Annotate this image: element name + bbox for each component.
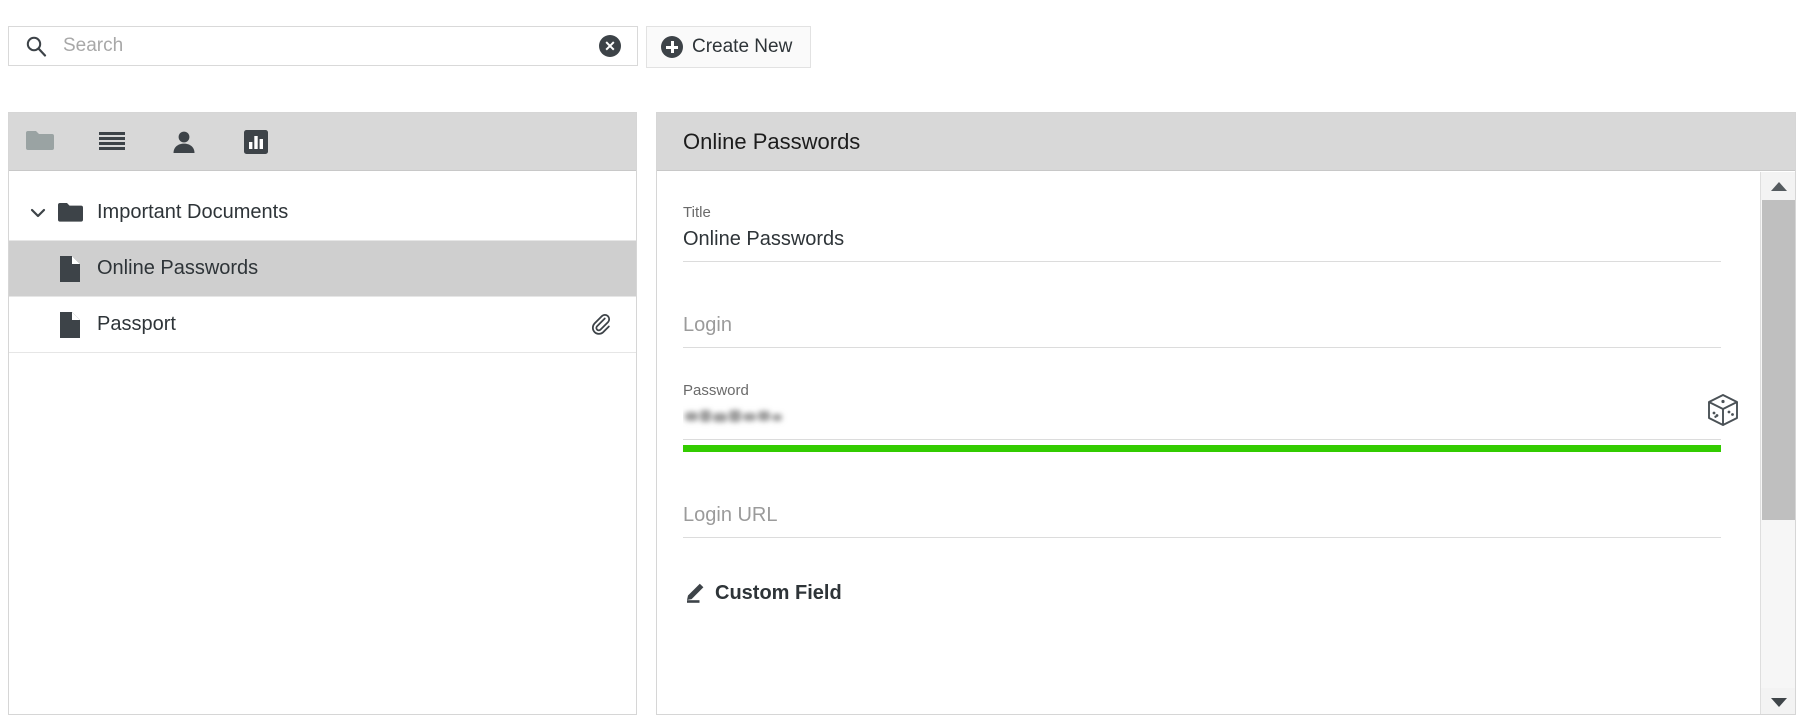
scrollbar-track[interactable]	[1761, 200, 1795, 688]
chevron-down-icon[interactable]	[27, 202, 49, 224]
sidebar-panel: Important Documents Online Passwords Pas…	[8, 112, 637, 715]
clear-search-icon[interactable]: ✕	[599, 35, 621, 57]
scrollbar-thumb[interactable]	[1762, 200, 1795, 520]
document-icon	[57, 255, 83, 282]
pencil-icon	[683, 578, 709, 609]
field-underline	[683, 439, 1721, 440]
login-url-field-group: Login URL	[683, 502, 1721, 538]
field-underline	[683, 537, 1721, 538]
triangle-up-icon	[1770, 181, 1787, 191]
list-icon[interactable]	[97, 127, 127, 157]
tree-item-important-documents[interactable]: Important Documents	[9, 185, 636, 241]
page-title: Online Passwords	[683, 128, 861, 154]
sidebar-toolbar	[9, 113, 636, 171]
title-field-value[interactable]: Online Passwords	[683, 226, 1721, 252]
folder-icon	[57, 200, 83, 226]
search-input[interactable]	[61, 34, 599, 58]
document-icon	[57, 311, 83, 338]
password-strength-bar	[683, 445, 1721, 452]
search-box[interactable]: ✕	[8, 26, 638, 66]
paperclip-icon[interactable]	[590, 313, 614, 337]
detail-scrollbar[interactable]	[1760, 172, 1795, 714]
custom-field-button[interactable]: Custom Field	[683, 578, 1721, 609]
title-field-group: Title Online Passwords	[683, 204, 1721, 262]
title-field-label: Title	[683, 204, 711, 221]
field-underline	[683, 261, 1721, 262]
dice-icon[interactable]	[1703, 390, 1743, 430]
login-field-placeholder[interactable]: Login	[683, 312, 1721, 338]
tree-item-passport[interactable]: Passport	[9, 297, 636, 353]
tree-item-label: Important Documents	[97, 201, 289, 223]
bar-chart-icon[interactable]	[241, 127, 271, 157]
create-new-label: Create New	[692, 36, 793, 57]
plus-circle-icon	[661, 36, 683, 58]
password-field-group: Password	[683, 382, 1738, 452]
top-toolbar: ✕ Create New	[0, 0, 1803, 96]
create-new-button[interactable]: Create New	[646, 26, 812, 68]
person-icon[interactable]	[169, 127, 199, 157]
password-field-label: Password	[683, 382, 749, 399]
custom-field-label: Custom Field	[715, 582, 842, 604]
field-underline	[683, 347, 1721, 348]
triangle-down-icon	[1770, 697, 1787, 707]
search-icon	[25, 35, 47, 57]
folder-icon[interactable]	[25, 127, 55, 157]
password-field-value-masked[interactable]	[683, 404, 803, 430]
tree-item-label: Passport	[97, 313, 176, 335]
login-field-group: Login	[683, 312, 1721, 348]
tree-item-online-passwords[interactable]: Online Passwords	[9, 241, 636, 297]
tree-item-label: Online Passwords	[97, 257, 259, 279]
login-url-field-placeholder[interactable]: Login URL	[683, 502, 1721, 528]
detail-panel: Online Passwords Title Online Passwords …	[656, 112, 1796, 715]
scroll-down-button[interactable]	[1761, 688, 1795, 714]
detail-panel-header: Online Passwords	[657, 113, 1795, 171]
detail-form: Title Online Passwords Login Password Lo…	[657, 172, 1761, 714]
document-tree: Important Documents Online Passwords Pas…	[9, 171, 636, 353]
scroll-up-button[interactable]	[1761, 172, 1795, 200]
